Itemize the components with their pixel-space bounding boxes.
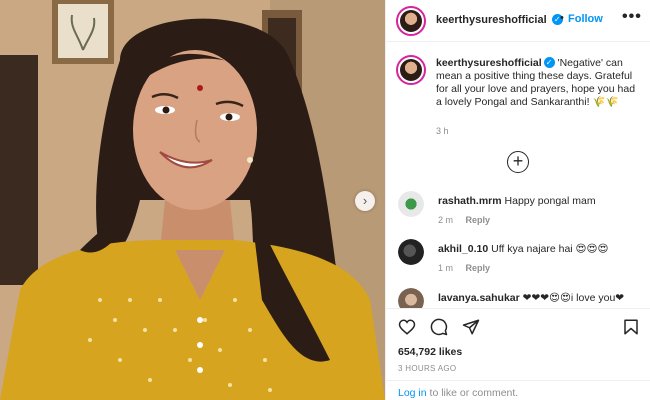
avatar[interactable] [398,191,424,217]
comment-meta: 2 m Reply [438,215,490,225]
avatar[interactable] [398,288,424,308]
comment-text: akhil_0.10 Uff kya najare hai 😍😍😍 [438,243,643,255]
caption-timestamp[interactable]: 3 h [436,126,449,136]
post-photo[interactable]: › [0,0,385,400]
verified-icon: ✓ [543,57,555,68]
comment-item: lavanya.sahukar ❤❤❤😍😍i love you❤ [386,288,650,308]
action-bar [386,308,650,340]
heart-icon[interactable] [398,318,416,336]
comment-username[interactable]: rashath.mrm [438,195,502,207]
comment-age[interactable]: 1 m [438,263,453,273]
reply-button[interactable]: Reply [466,215,491,225]
likes-count[interactable]: 654,792 likes [398,346,462,358]
plus-circle-icon[interactable]: + [507,151,529,173]
next-photo-button[interactable]: › [355,191,375,211]
comment-username[interactable]: akhil_0.10 [438,243,488,255]
comment-item: akhil_0.10 Uff kya najare hai 😍😍😍 1 m Re… [386,239,650,279]
login-prompt: Log in to like or comment. [386,380,650,400]
avatar[interactable] [396,6,426,36]
caption-avatar[interactable] [396,55,426,85]
post-timestamp[interactable]: 3 HOURS AGO [398,364,456,373]
comment-meta: 1 m Reply [438,263,490,273]
comment-item: rashath.mrm Happy pongal mam 2 m Reply [386,191,650,231]
post-header: keerthysureshofficial ✓ • Follow ••• [386,0,650,42]
comment-body: Uff kya najare hai 😍😍😍 [491,243,609,255]
username-text: keerthysureshofficial [436,14,547,26]
separator-dot: • [560,12,564,24]
login-link[interactable]: Log in [398,387,427,399]
comment-age[interactable]: 2 m [438,215,453,225]
share-icon[interactable] [462,318,480,336]
username-link[interactable]: keerthysureshofficial ✓ [436,14,563,26]
reply-button[interactable]: Reply [466,263,491,273]
comment-body: Happy pongal mam [504,195,596,207]
login-prompt-text: to like or comment. [426,387,519,399]
comment-username[interactable]: lavanya.sahukar [438,292,520,304]
more-icon[interactable]: ••• [622,8,642,26]
follow-button[interactable]: Follow [568,13,603,25]
selfie-illustration [0,0,385,400]
instagram-post-embed: › keerthysureshofficial ✓ • Follow ••• k… [0,0,650,400]
comment-body: ❤❤❤😍😍i love you❤ [522,292,625,304]
bookmark-icon[interactable] [622,318,640,336]
caption-username[interactable]: keerthysureshofficial [436,57,542,69]
chevron-right-icon: › [362,193,368,208]
post-details-panel: keerthysureshofficial ✓ • Follow ••• kee… [385,0,650,400]
avatar[interactable] [398,239,424,265]
post-caption: keerthysureshofficial ✓ 'Negative' can me… [436,57,641,109]
comment-text: rashath.mrm Happy pongal mam [438,195,643,207]
comment-text: lavanya.sahukar ❤❤❤😍😍i love you❤ [438,292,643,304]
comment-icon[interactable] [430,318,448,336]
